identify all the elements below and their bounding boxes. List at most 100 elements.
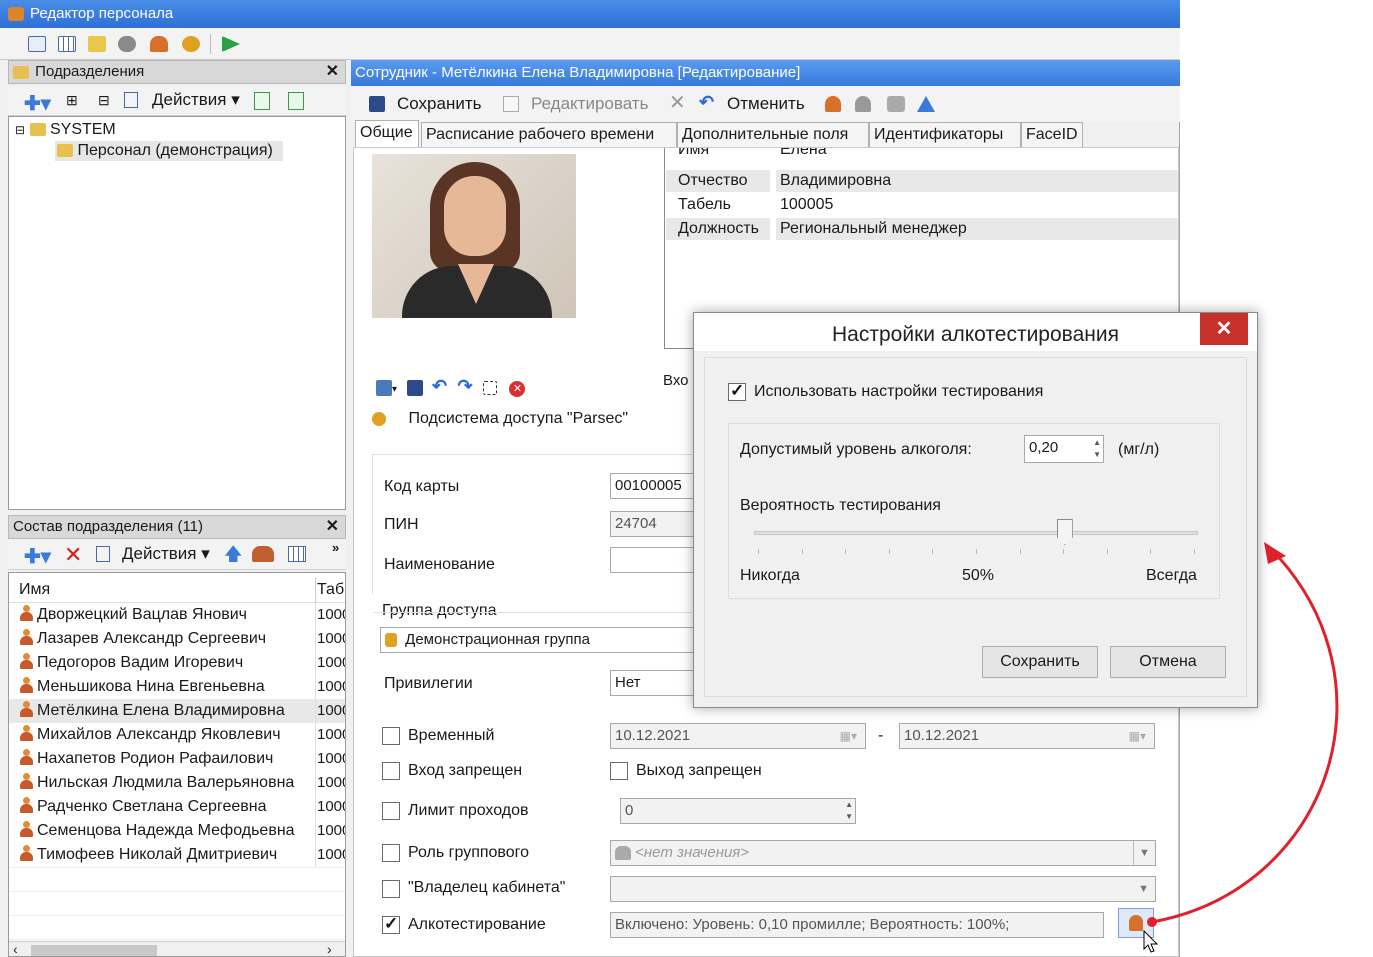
- office-owner-select[interactable]: ▼: [610, 876, 1156, 902]
- close-icon[interactable]: ✕: [669, 90, 686, 115]
- column-divider: [315, 723, 316, 747]
- dialog-cancel-button[interactable]: Отмена: [1110, 646, 1226, 678]
- table-row[interactable]: Нахапетов Родион Рафаилович 1000: [9, 747, 345, 771]
- person-gray-icon[interactable]: [855, 96, 871, 112]
- checklist-icon[interactable]: [96, 546, 110, 562]
- table-row[interactable]: Михайлов Александр Яковлевич 1000: [9, 723, 345, 747]
- office-owner-label: "Владелец кабинета": [408, 879, 566, 896]
- card-code-input[interactable]: 00100005: [610, 473, 700, 499]
- scroll-thumb[interactable]: [31, 945, 157, 956]
- person-icon[interactable]: [825, 96, 841, 112]
- departments-title: Подразделения: [35, 63, 145, 80]
- add-icon[interactable]: ✚▾: [24, 91, 51, 116]
- tab-schedule[interactable]: Расписание рабочего времени: [421, 122, 677, 148]
- card-icon[interactable]: [28, 36, 46, 52]
- undo-icon[interactable]: ↶: [432, 376, 447, 396]
- add-icon[interactable]: ✚▾: [24, 544, 51, 569]
- table-row[interactable]: Меньшикова Нина Евгеньевна 1000: [9, 675, 345, 699]
- table-row[interactable]: Метёлкина Елена Владимировна 1000: [9, 699, 345, 723]
- table-row[interactable]: Нильская Людмила Валерьяновна 1000: [9, 771, 345, 795]
- close-icon[interactable]: ✕: [1200, 313, 1248, 345]
- pin-input[interactable]: 24704: [610, 511, 700, 537]
- sync-icon[interactable]: [917, 96, 935, 112]
- employee-photo: [372, 154, 576, 318]
- scale-max-label: Всегда: [1146, 567, 1197, 584]
- tree-node-system[interactable]: ⊟ SYSTEM: [15, 121, 116, 139]
- expand-icon[interactable]: ⊞: [66, 92, 78, 109]
- horizontal-scrollbar[interactable]: ‹ ›: [9, 941, 345, 956]
- checklist-icon[interactable]: [124, 92, 138, 108]
- collapse-icon[interactable]: ⊟: [98, 92, 110, 109]
- table-row[interactable]: Тимофеев Николай Дмитриевич 1000: [9, 843, 345, 867]
- import-icon[interactable]: [254, 92, 270, 110]
- keys-icon[interactable]: [182, 36, 200, 52]
- privileges-label: Привилегии: [384, 675, 473, 692]
- subsystem-label: Подсистема доступа "Parsec": [408, 410, 629, 427]
- overflow-icon[interactable]: »: [332, 540, 339, 555]
- scroll-right-icon[interactable]: ›: [327, 941, 332, 956]
- save-icon[interactable]: [407, 379, 424, 396]
- image-icon[interactable]: [376, 379, 392, 396]
- group-role-select[interactable]: <нет значения> ▼: [610, 840, 1156, 866]
- grid-icon[interactable]: [58, 36, 76, 52]
- office-owner-checkbox[interactable]: [382, 880, 400, 898]
- scroll-left-icon[interactable]: ‹: [13, 941, 18, 956]
- field-label: Отчество: [678, 172, 748, 189]
- pass-limit-checkbox[interactable]: [382, 802, 400, 820]
- calendar-icon[interactable]: ▦▾: [840, 724, 857, 748]
- actions-menu[interactable]: Действия ▾: [122, 544, 210, 564]
- select-icon[interactable]: [483, 380, 498, 395]
- users-icon[interactable]: [252, 546, 274, 562]
- field-label: Должность: [678, 220, 759, 237]
- staff-list: Имя Таб Дворжецкий Вацлав Янович1000Лаза…: [8, 572, 346, 957]
- delete-icon[interactable]: ✕: [509, 381, 526, 397]
- table-row[interactable]: Дворжецкий Вацлав Янович 1000: [9, 603, 345, 627]
- group-select[interactable]: Демонстрационная группа: [380, 627, 700, 653]
- print-icon[interactable]: [887, 96, 905, 112]
- column-tab[interactable]: Таб: [317, 581, 344, 599]
- table-row[interactable]: Педогоров Вадим Игоревич 1000: [9, 651, 345, 675]
- columns-icon[interactable]: [288, 546, 306, 562]
- group-value: Демонстрационная группа: [405, 631, 590, 648]
- exit-denied-checkbox[interactable]: [610, 762, 628, 780]
- temporary-checkbox[interactable]: [382, 727, 400, 745]
- tab-identifiers[interactable]: Идентификаторы: [869, 122, 1021, 148]
- pass-limit-input[interactable]: 0 ▲ ▼: [620, 798, 856, 824]
- spinner-icon[interactable]: ▲ ▼: [1093, 437, 1101, 461]
- departments-header: Подразделения ✕: [8, 60, 346, 84]
- tab-faceid[interactable]: FaceID: [1021, 122, 1083, 148]
- cancel-button[interactable]: Отменить: [727, 94, 805, 114]
- name-input[interactable]: [610, 547, 700, 573]
- spinner-icon[interactable]: ▲ ▼: [845, 799, 853, 823]
- edit-button[interactable]: Редактировать: [531, 94, 648, 114]
- key-icon[interactable]: [118, 36, 136, 52]
- save-button[interactable]: Сохранить: [397, 94, 481, 114]
- person-icon[interactable]: [150, 36, 168, 52]
- date-from-input[interactable]: 10.12.2021 ▦▾: [610, 723, 866, 749]
- up-arrow-icon[interactable]: 🡅: [224, 542, 243, 572]
- dialog-save-button[interactable]: Сохранить: [982, 646, 1098, 678]
- title-bar: Редактор персонала: [0, 0, 1180, 28]
- export-icon[interactable]: [288, 92, 304, 110]
- group-role-checkbox[interactable]: [382, 844, 400, 862]
- use-settings-checkbox[interactable]: [728, 381, 746, 401]
- close-icon[interactable]: ✕: [326, 516, 339, 538]
- redo-icon[interactable]: ↷: [457, 376, 472, 396]
- table-row[interactable]: Семенцова Надежда Мефодьевна 1000: [9, 819, 345, 843]
- tab-general[interactable]: Общие: [355, 120, 419, 148]
- delete-icon[interactable]: ✕: [64, 542, 82, 568]
- entry-denied-checkbox[interactable]: [382, 762, 400, 780]
- run-icon[interactable]: [222, 36, 240, 52]
- tree-node-personnel[interactable]: Персонал (демонстрация): [55, 141, 283, 161]
- notes-icon[interactable]: [88, 36, 106, 52]
- table-row[interactable]: Радченко Светлана Сергеевна 1000: [9, 795, 345, 819]
- actions-menu[interactable]: Действия ▾: [152, 90, 240, 110]
- privileges-input[interactable]: Нет: [610, 670, 700, 696]
- alco-checkbox[interactable]: [382, 914, 400, 934]
- date-to-input[interactable]: 10.12.2021 ▦▾: [899, 723, 1155, 749]
- column-name[interactable]: Имя: [19, 581, 50, 599]
- close-icon[interactable]: ✕: [326, 61, 339, 83]
- table-row[interactable]: Лазарев Александр Сергеевич 1000: [9, 627, 345, 651]
- tab-extra-fields[interactable]: Дополнительные поля: [677, 122, 869, 148]
- level-input[interactable]: 0,20 ▲ ▼: [1024, 435, 1104, 463]
